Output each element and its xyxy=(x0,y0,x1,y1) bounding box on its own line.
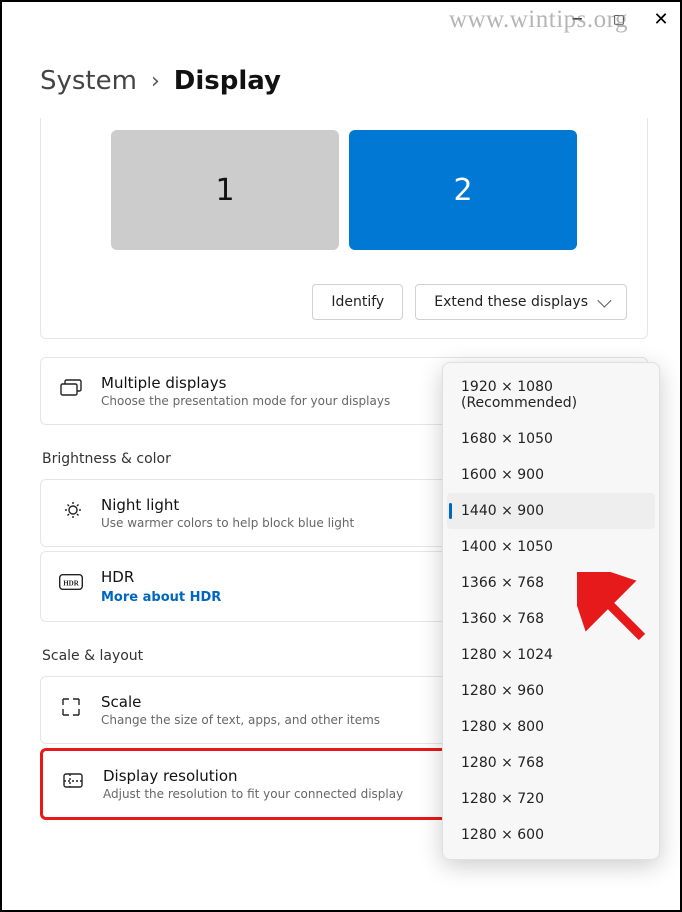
breadcrumb-parent[interactable]: System xyxy=(40,66,137,96)
identify-button[interactable]: Identify xyxy=(312,284,403,320)
breadcrumb: System › Display xyxy=(40,66,648,96)
resolution-icon xyxy=(61,769,85,793)
resolution-option[interactable]: 1366 × 768 xyxy=(447,565,655,601)
resolution-option[interactable]: 1280 × 800 xyxy=(447,709,655,745)
resolution-option[interactable]: 1280 × 600 xyxy=(447,817,655,853)
chevron-down-icon xyxy=(597,294,611,308)
minimize-button[interactable]: ─ xyxy=(566,8,588,30)
resolution-option[interactable]: 1360 × 768 xyxy=(447,601,655,637)
display-mode-dropdown[interactable]: Extend these displays xyxy=(415,284,627,320)
resolution-option[interactable]: 1400 × 1050 xyxy=(447,529,655,565)
night-light-icon xyxy=(59,498,83,522)
svg-text:HDR: HDR xyxy=(63,580,80,588)
display-arrangement-panel: 1 2 Identify Extend these displays xyxy=(40,118,648,339)
monitor-2[interactable]: 2 xyxy=(349,130,577,250)
resolution-option[interactable]: 1280 × 768 xyxy=(447,745,655,781)
resolution-option[interactable]: 1600 × 900 xyxy=(447,457,655,493)
identify-label: Identify xyxy=(331,294,384,310)
resolution-option[interactable]: 1280 × 1024 xyxy=(447,637,655,673)
close-button[interactable]: ✕ xyxy=(650,8,672,30)
chevron-right-icon: › xyxy=(151,69,160,94)
hdr-icon: HDR xyxy=(59,570,83,594)
monitor-arrangement[interactable]: 1 2 xyxy=(61,130,627,250)
scale-icon xyxy=(59,695,83,719)
resolution-option[interactable]: 1280 × 720 xyxy=(447,781,655,817)
page-title: Display xyxy=(174,66,281,96)
display-mode-label: Extend these displays xyxy=(434,294,588,310)
window-controls: ─ □ ✕ xyxy=(566,8,672,30)
maximize-button[interactable]: □ xyxy=(608,8,630,30)
resolution-option[interactable]: 1280 × 960 xyxy=(447,673,655,709)
resolution-option[interactable]: 1440 × 900 xyxy=(447,493,655,529)
monitor-1[interactable]: 1 xyxy=(111,130,339,250)
resolution-dropdown-menu[interactable]: 1920 × 1080 (Recommended)1680 × 10501600… xyxy=(442,362,660,860)
resolution-option[interactable]: 1920 × 1080 (Recommended) xyxy=(447,369,655,421)
displays-icon xyxy=(59,376,83,400)
resolution-option[interactable]: 1680 × 1050 xyxy=(447,421,655,457)
